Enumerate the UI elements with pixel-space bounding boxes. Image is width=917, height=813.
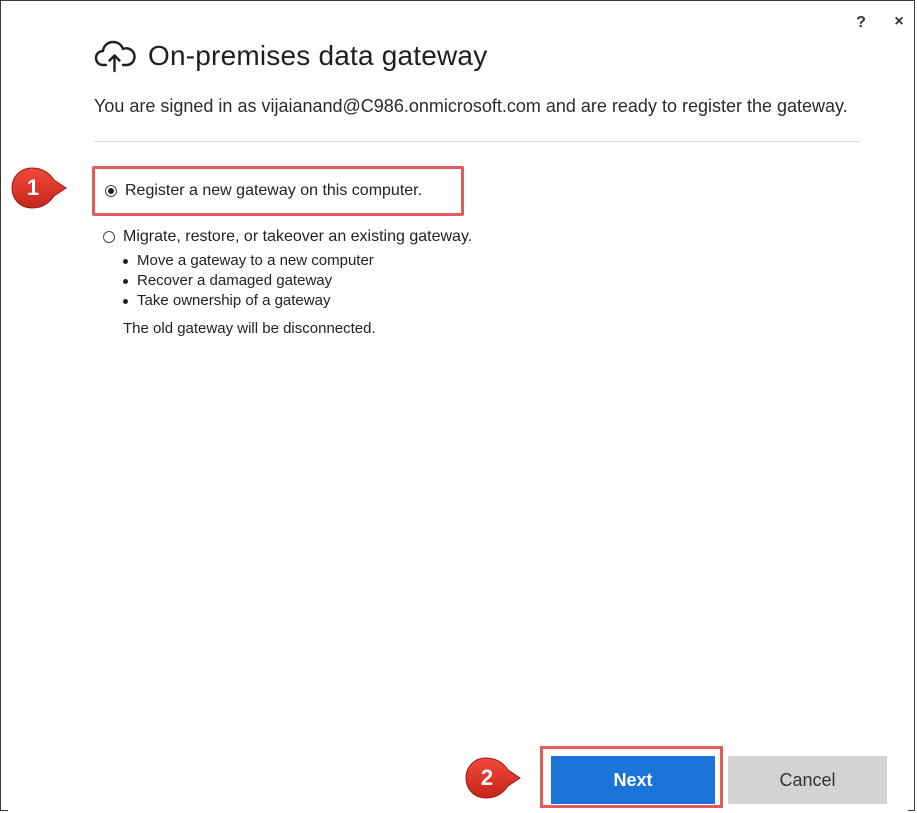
list-item-text: Recover a damaged gateway: [137, 272, 333, 289]
migrate-details-list: Move a gateway to a new computer Recover…: [123, 251, 374, 311]
list-item: Move a gateway to a new computer: [123, 251, 374, 271]
close-button[interactable]: ×: [889, 12, 909, 32]
list-item-text: Move a gateway to a new computer: [137, 252, 374, 269]
help-button[interactable]: ?: [852, 13, 870, 33]
step-1-badge: 1: [10, 166, 68, 210]
register-radio[interactable]: [105, 185, 117, 197]
cancel-button[interactable]: Cancel: [728, 756, 887, 804]
dialog-header: On-premises data gateway: [94, 38, 487, 74]
step-2-badge: 2: [464, 756, 522, 800]
signed-in-message: You are signed in as vijaianand@C986.onm…: [94, 96, 848, 116]
bullet-icon: [123, 298, 128, 304]
bullet-icon: [123, 278, 128, 284]
register-new-gateway-option[interactable]: Register a new gateway on this computer.: [105, 182, 422, 200]
disconnect-note: The old gateway will be disconnected.: [123, 320, 376, 337]
step-2-number: 2: [480, 765, 494, 790]
migrate-gateway-option[interactable]: Migrate, restore, or takeover an existin…: [103, 228, 472, 246]
cloud-upload-icon: [94, 40, 136, 73]
register-option-label: Register a new gateway on this computer.: [125, 182, 423, 199]
divider: [94, 141, 860, 142]
bullet-icon: [123, 258, 128, 264]
step-1-number: 1: [26, 175, 40, 200]
next-button[interactable]: Next: [551, 756, 715, 804]
list-item-text: Take ownership of a gateway: [137, 292, 331, 309]
migrate-radio[interactable]: [103, 231, 115, 243]
page-title: On-premises data gateway: [148, 40, 488, 71]
list-item: Take ownership of a gateway: [123, 291, 374, 311]
migrate-option-label: Migrate, restore, or takeover an existin…: [123, 228, 473, 245]
list-item: Recover a damaged gateway: [123, 271, 374, 291]
gateway-dialog: [0, 0, 915, 811]
